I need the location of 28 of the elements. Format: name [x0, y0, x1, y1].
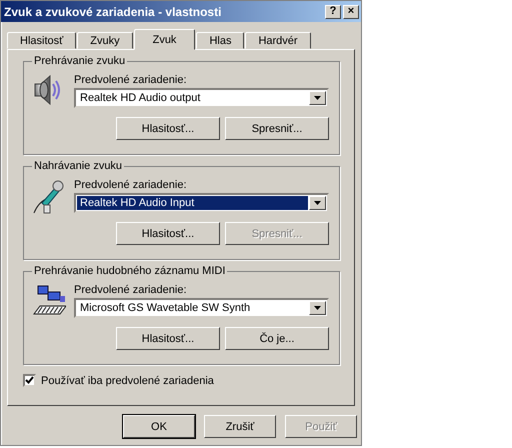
tab[interactable]: Hlasitosť: [7, 32, 76, 49]
dialog-button[interactable]: Hlasitosť...: [116, 327, 220, 350]
tab[interactable]: Zvuk: [134, 29, 196, 50]
close-button[interactable]: ×: [343, 4, 359, 18]
dialog-button[interactable]: Zrušiť: [204, 415, 276, 438]
checkbox[interactable]: [23, 374, 36, 387]
device-dropdown[interactable]: Microsoft GS Wavetable SW Synth: [74, 298, 329, 318]
window-title: Zvuk a zvukové zariadenia - vlastnosti: [4, 4, 222, 18]
dialog-button[interactable]: OK: [123, 415, 195, 438]
checkbox-label[interactable]: Používať iba predvolené zariadenia: [41, 374, 214, 386]
field-label: Predvolené zariadenie:: [74, 283, 188, 298]
dialog-button[interactable]: Hlasitosť...: [116, 222, 220, 245]
field-label: Predvolené zariadenie:: [74, 73, 188, 88]
group-title: Nahrávanie zvuku: [32, 160, 124, 172]
device-dropdown[interactable]: Realtek HD Audio output: [74, 88, 329, 108]
tab[interactable]: Hardvér: [245, 32, 311, 49]
dialog-button[interactable]: Hlasitosť...: [116, 117, 220, 140]
dialog-button[interactable]: Spresniť...: [225, 117, 329, 140]
help-button[interactable]: ?: [325, 4, 341, 18]
group-title: Prehrávanie hudobného záznamu MIDI: [32, 265, 228, 277]
dialog-button[interactable]: Čo je...: [225, 327, 329, 350]
device-dropdown[interactable]: Realtek HD Audio Input: [74, 193, 329, 213]
tab[interactable]: Hlas: [196, 32, 244, 49]
tab[interactable]: Zvuky: [77, 32, 133, 49]
microphone-icon: [32, 179, 64, 215]
field-label: Predvolené zariadenie:: [74, 178, 188, 193]
group-title: Prehrávanie zvuku: [32, 55, 128, 67]
speaker-icon: [32, 74, 62, 106]
